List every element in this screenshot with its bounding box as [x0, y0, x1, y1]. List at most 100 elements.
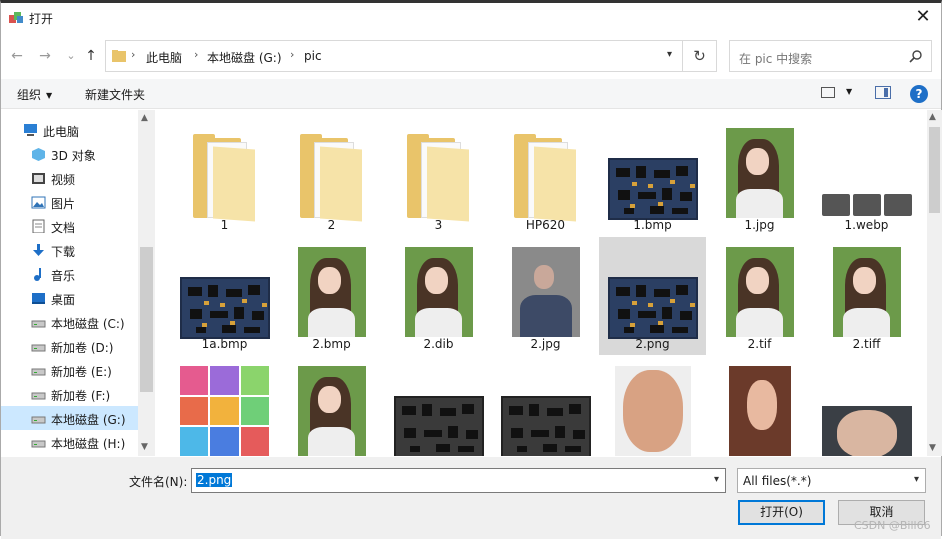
dialog-footer: 文件名(N): 2.png ▾ All files(*.*) ▾ 打开(O) 取…: [1, 457, 941, 539]
image-thumbnail: [725, 247, 794, 337]
file-name: 2.tiff: [852, 337, 881, 351]
folder-tile[interactable]: HP620: [492, 118, 599, 236]
file-tile[interactable]: 2.dib: [385, 237, 492, 355]
recent-locations-button[interactable]: ⌄: [63, 47, 79, 65]
documents-icon: [32, 219, 45, 233]
image-thumbnail: [728, 366, 791, 456]
sidebar-item[interactable]: 视频: [1, 166, 138, 190]
file-tile[interactable]: [813, 356, 920, 456]
image-thumbnail: [179, 277, 270, 339]
file-tile[interactable]: 1.webp: [813, 118, 920, 236]
command-bar: 组织 ▼ 新建文件夹 ▼ ?: [1, 79, 941, 109]
image-thumbnail: [821, 406, 912, 456]
app-icon: [9, 12, 23, 23]
scroll-down-icon[interactable]: ▼: [141, 442, 148, 452]
preview-pane-icon[interactable]: [875, 86, 891, 99]
back-button[interactable]: ←: [9, 47, 25, 65]
folder-tile[interactable]: 2: [278, 118, 385, 236]
folder-tile[interactable]: 1: [171, 118, 278, 236]
watermark: CSDN @Bill66: [854, 519, 931, 532]
sidebar-item[interactable]: 本地磁盘 (C:): [1, 310, 138, 334]
scroll-up-icon[interactable]: ▲: [929, 112, 936, 122]
sidebar-item-label: 本地磁盘 (G:): [51, 413, 126, 427]
file-name: 2.bmp: [312, 337, 351, 351]
filename-label: 文件名(N):: [129, 475, 188, 489]
file-tile[interactable]: 1a.bmp: [171, 237, 278, 355]
sidebar-scroll-thumb[interactable]: [140, 247, 153, 392]
refresh-button[interactable]: ↻: [683, 40, 717, 72]
file-grid-scroll-thumb[interactable]: [929, 127, 940, 213]
sidebar-item-label: 新加卷 (E:): [51, 365, 112, 379]
sidebar-item[interactable]: 本地磁盘 (G:): [1, 406, 138, 430]
file-tile[interactable]: [492, 356, 599, 456]
sidebar-item[interactable]: 图片: [1, 190, 138, 214]
sidebar-item[interactable]: 新加卷 (E:): [1, 358, 138, 382]
image-thumbnail: [607, 158, 698, 220]
file-name: 1.jpg: [744, 218, 775, 232]
forward-button[interactable]: →: [37, 47, 53, 65]
organize-menu[interactable]: 组织 ▼: [17, 86, 52, 103]
image-thumbnail: [404, 247, 473, 337]
filetype-select[interactable]: All files(*.*) ▾: [737, 468, 926, 493]
close-button[interactable]: ✕: [913, 7, 933, 27]
sidebar-item[interactable]: 3D 对象: [1, 142, 138, 166]
chevron-down-icon[interactable]: ▾: [914, 474, 919, 485]
sidebar-item[interactable]: 桌面: [1, 286, 138, 310]
file-tile[interactable]: 1.jpg: [706, 118, 813, 236]
sidebar-item[interactable]: 音乐: [1, 262, 138, 286]
drive-icon: [31, 344, 46, 352]
help-icon[interactable]: ?: [910, 85, 928, 103]
chevron-down-icon[interactable]: ▼: [846, 87, 852, 96]
sidebar-item[interactable]: 下载: [1, 238, 138, 262]
image-thumbnail: [821, 194, 912, 216]
file-tile[interactable]: [171, 356, 278, 456]
chevron-down-icon[interactable]: ▾: [714, 474, 719, 485]
pictures-icon: [31, 196, 46, 209]
file-tile[interactable]: 2.jpg: [492, 237, 599, 355]
address-bar[interactable]: › 此电脑 › 本地磁盘 (G:) › pic ▾: [105, 40, 683, 72]
view-mode-icon[interactable]: [821, 87, 835, 98]
file-grid-scrollbar[interactable]: ▲ ▼: [927, 110, 942, 456]
scroll-up-icon[interactable]: ▲: [141, 113, 148, 123]
breadcrumb-pic[interactable]: pic: [304, 49, 322, 63]
file-name: 1: [220, 218, 229, 232]
sidebar-item[interactable]: 新加卷 (D:): [1, 334, 138, 358]
file-tile[interactable]: [278, 356, 385, 456]
new-folder-button[interactable]: 新建文件夹: [85, 86, 145, 103]
search-input[interactable]: 在 pic 中搜索: [729, 40, 932, 72]
folder-tile[interactable]: 3: [385, 118, 492, 236]
sidebar-item[interactable]: 本地磁盘 (H:): [1, 430, 138, 454]
file-tile[interactable]: 2.png: [599, 237, 706, 355]
up-button[interactable]: ↑: [83, 47, 99, 65]
file-tile[interactable]: 1.bmp: [599, 118, 706, 236]
file-tile[interactable]: 2.tiff: [813, 237, 920, 355]
file-name: 2.png: [635, 337, 670, 351]
navigation-pane: 此电脑 3D 对象视频 图片 文档 下载音乐桌面 本地磁盘 (C:) 新加卷 (D:) 新加卷…: [1, 110, 155, 456]
scroll-down-icon[interactable]: ▼: [929, 443, 936, 453]
drive-icon: [31, 320, 46, 328]
sidebar-item-label: 音乐: [51, 269, 76, 283]
filename-value[interactable]: 2.png: [196, 473, 233, 487]
breadcrumb-this-pc[interactable]: 此电脑: [146, 49, 182, 66]
file-tile[interactable]: 2.bmp: [278, 237, 385, 355]
sidebar-item-label: 3D 对象: [51, 149, 96, 163]
file-tile[interactable]: [599, 356, 706, 456]
filename-field[interactable]: 2.png ▾: [191, 468, 726, 493]
sidebar-item-label: 新加卷 (D:): [51, 341, 114, 355]
file-name: 2.tif: [747, 337, 772, 351]
open-button[interactable]: 打开(O): [738, 500, 825, 525]
file-name: 2: [327, 218, 336, 232]
music-icon: [34, 268, 41, 281]
navigation-bar: ← → ⌄ ↑ › 此电脑 › 本地磁盘 (G:) › pic ▾ ↻ 在 pi…: [1, 40, 941, 72]
drive-icon: [31, 416, 46, 424]
file-tile[interactable]: [706, 356, 813, 456]
breadcrumb-drive-g[interactable]: 本地磁盘 (G:): [207, 49, 282, 66]
image-thumbnail: [297, 366, 366, 456]
sidebar-item[interactable]: 新加卷 (F:): [1, 382, 138, 406]
file-tile[interactable]: [385, 356, 492, 456]
sidebar-item[interactable]: 文档: [1, 214, 138, 238]
file-tile[interactable]: 2.tif: [706, 237, 813, 355]
sidebar-scrollbar[interactable]: ▲ ▼: [138, 110, 155, 456]
chevron-down-icon[interactable]: ▾: [667, 49, 672, 60]
sidebar-item[interactable]: 此电脑: [1, 118, 138, 142]
